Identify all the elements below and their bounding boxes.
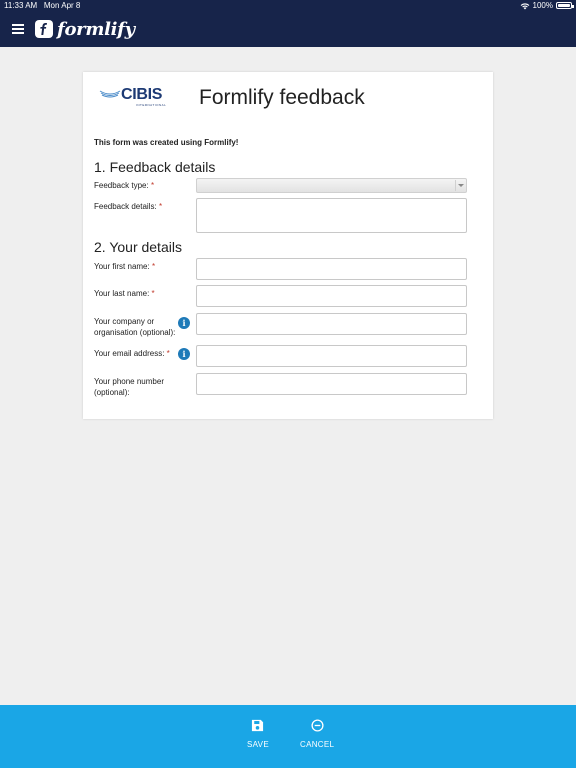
company-info-icon[interactable]: i <box>178 317 190 329</box>
first-name-field[interactable] <box>196 258 467 280</box>
feedback-type-label-text: Feedback type: <box>94 181 149 190</box>
save-icon <box>252 719 264 732</box>
cibis-waves-icon <box>99 90 121 98</box>
feedback-details-label-text: Feedback details: <box>94 202 157 211</box>
save-label: SAVE <box>247 740 269 749</box>
required-marker: * <box>158 202 163 211</box>
last-name-field[interactable] <box>196 285 467 307</box>
battery-percent: 100% <box>532 1 553 10</box>
email-field[interactable] <box>196 345 467 367</box>
app-logo: formlify <box>35 18 135 40</box>
form-title: Formlify feedback <box>199 86 365 109</box>
last-name-label-text: Your last name: <box>94 289 150 298</box>
form-card: CIBIS INTERNATIONAL Formlify feedback Th… <box>83 72 493 419</box>
menu-icon-bar <box>12 32 24 34</box>
company-label-line1: Your company or <box>94 317 155 326</box>
chevron-down-icon <box>455 180 465 191</box>
phone-label-line2: (optional): <box>94 388 130 397</box>
cibis-logo-subtext: INTERNATIONAL <box>136 103 167 107</box>
form-intro: This form was created using Formlify! <box>94 138 239 147</box>
feedback-details-textarea[interactable] <box>196 198 467 233</box>
status-indicators: 100% <box>520 1 574 10</box>
feedback-details-label: Feedback details: * <box>94 201 162 212</box>
app-header: 11:33 AM Mon Apr 8 100% formlify <box>0 0 576 47</box>
phone-label: Your phone number (optional): <box>94 376 164 398</box>
email-info-icon[interactable]: i <box>178 348 190 360</box>
formlify-logo-icon <box>35 20 53 38</box>
feedback-type-label: Feedback type: * <box>94 180 154 191</box>
last-name-label: Your last name: * <box>94 288 155 299</box>
company-label-line2: organisation (optional): <box>94 328 176 337</box>
menu-icon-bar <box>12 24 24 26</box>
cibis-logo-text: CIBIS <box>121 86 163 103</box>
company-field[interactable] <box>196 313 467 335</box>
section-your-details: 2. Your details <box>94 239 182 255</box>
cancel-label: CANCEL <box>300 740 335 749</box>
email-label: Your email address: * <box>94 348 170 359</box>
status-clock: 11:33 AM <box>4 1 38 10</box>
feedback-type-select[interactable] <box>196 178 467 193</box>
required-marker: * <box>151 289 155 298</box>
phone-label-line1: Your phone number <box>94 377 164 386</box>
bottom-toolbar: SAVE CANCEL <box>0 705 576 768</box>
first-name-label: Your first name: * <box>94 261 155 272</box>
save-button[interactable]: SAVE <box>247 719 269 749</box>
battery-icon <box>556 2 574 9</box>
status-date: Mon Apr 8 <box>43 1 81 10</box>
cibis-logo: CIBIS INTERNATIONAL <box>99 86 169 108</box>
cancel-icon <box>311 719 324 732</box>
app-name: formlify <box>57 18 135 40</box>
section-feedback-details: 1. Feedback details <box>94 159 216 175</box>
cancel-button[interactable]: CANCEL <box>300 719 334 749</box>
phone-field[interactable] <box>196 373 467 395</box>
menu-icon-bar <box>12 28 24 30</box>
status-time: 11:33 AM Mon Apr 8 <box>4 1 80 10</box>
required-marker: * <box>151 262 156 271</box>
required-marker: * <box>150 181 155 190</box>
wifi-icon <box>520 2 529 9</box>
required-marker: * <box>166 349 170 358</box>
company-label: Your company or organisation (optional): <box>94 316 175 338</box>
menu-button[interactable] <box>12 24 24 34</box>
email-label-text: Your email address: <box>94 349 165 358</box>
first-name-label-text: Your first name: <box>94 262 150 271</box>
